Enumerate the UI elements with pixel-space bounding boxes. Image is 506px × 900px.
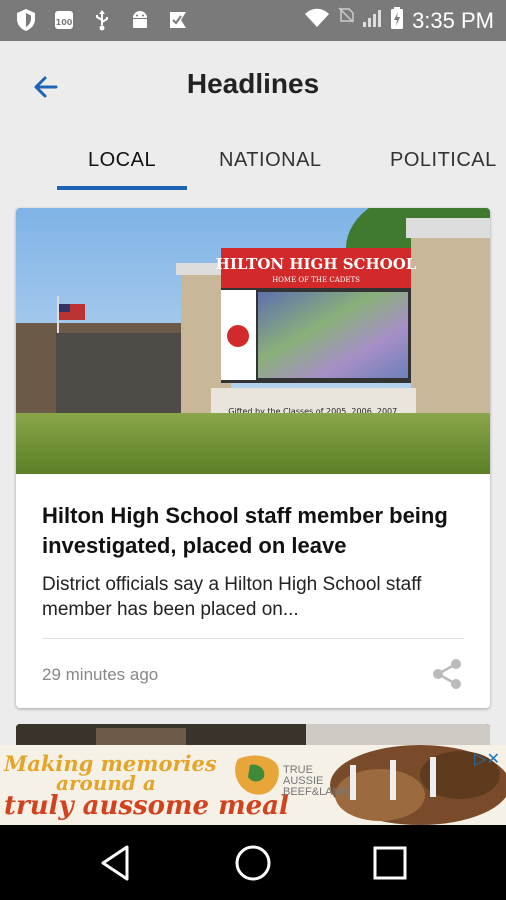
article-summary: District officials say a Hilton High Sch… (42, 574, 422, 620)
nav-recents-button[interactable] (368, 841, 412, 885)
tab-indicator (57, 186, 187, 190)
tab-political[interactable]: POLITICAL (390, 149, 497, 172)
svg-text:100: 100 (56, 18, 73, 27)
share-icon (433, 659, 461, 689)
wifi-icon (304, 7, 330, 34)
check-flag-icon (166, 8, 190, 32)
signal-icon (362, 7, 382, 34)
ad-headline-3: truly aussome meal (4, 791, 289, 821)
tab-national[interactable]: NATIONAL (219, 149, 322, 172)
nav-back-icon (101, 845, 129, 881)
ad-banner[interactable]: Making memories around a truly aussome m… (0, 745, 506, 825)
app-bar: Headlines LOCAL NATIONAL POLITICAL (0, 41, 506, 191)
android-icon (128, 8, 152, 32)
status-time: 3:35 PM (412, 7, 494, 33)
nav-home-icon (235, 845, 271, 881)
article-headline[interactable]: Hilton High School staff member being in… (42, 501, 472, 561)
article-image: HILTON HIGH SCHOOL HOME OF THE CADETS Gi… (16, 208, 490, 474)
no-sim-icon (338, 7, 354, 34)
tab-bar: LOCAL NATIONAL POLITICAL (0, 137, 506, 191)
nav-home-button[interactable] (231, 841, 275, 885)
battery-icon (390, 6, 404, 35)
tab-local[interactable]: LOCAL (88, 149, 156, 172)
article-time: 29 minutes ago (42, 665, 159, 684)
status-bar: 100 3:35 PM (0, 0, 506, 41)
article-card[interactable]: HILTON HIGH SCHOOL HOME OF THE CADETS Gi… (16, 208, 490, 708)
ad-close-icon[interactable]: ▷✕ (474, 749, 500, 769)
image-sign-subtitle: HOME OF THE CADETS (272, 276, 360, 284)
share-button[interactable] (430, 657, 464, 691)
card-divider (42, 638, 464, 639)
shield-icon (14, 8, 38, 32)
image-sign-title: HILTON HIGH SCHOOL (216, 255, 417, 273)
nav-recents-icon (373, 846, 407, 880)
app-100-icon: 100 (52, 8, 76, 32)
nav-back-button[interactable] (95, 841, 139, 885)
usb-icon (90, 8, 114, 32)
system-icons: 3:35 PM (304, 6, 494, 35)
nav-bar (0, 825, 506, 900)
notification-icons: 100 (14, 8, 190, 32)
ad-brand: TRUE AUSSIE BEEF&LAMB (283, 765, 349, 798)
page-title: Headlines (186, 68, 320, 99)
ad-brand-line: BEEF&LAMB (283, 786, 350, 798)
